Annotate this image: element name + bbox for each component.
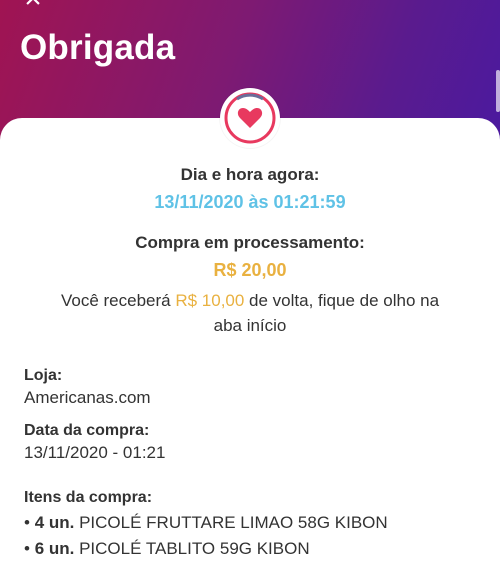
close-icon[interactable]: × xyxy=(18,0,48,14)
heart-badge xyxy=(220,88,280,148)
scroll-indicator xyxy=(496,70,500,112)
bullet: • xyxy=(24,513,35,532)
cashback-prefix: Você receberá xyxy=(60,291,176,310)
cashback-line2: aba início xyxy=(213,316,287,335)
item-name: PICOLÉ TABLITO 59G KIBON xyxy=(79,539,310,558)
store-label: Loja: xyxy=(24,367,63,384)
cashback-suffix: de volta, fique de olho na xyxy=(244,291,440,310)
cashback-amount: R$ 10,00 xyxy=(175,291,245,310)
item-name: PICOLÉ FRUTTARE LIMAO 58G KIBON xyxy=(79,513,388,532)
store-value: Americanas.com xyxy=(24,388,151,407)
datetime-value: 13/11/2020 às 01:21:59 xyxy=(154,192,346,212)
purchase-date-label: Data da compra: xyxy=(24,422,150,439)
page-title: Obrigada xyxy=(20,28,176,67)
purchase-date-value: 13/11/2020 - 01:21 xyxy=(24,443,166,462)
heart-icon xyxy=(224,92,276,144)
list-item: • 6 un. PICOLÉ TABLITO 59G KIBON xyxy=(24,539,310,559)
item-quantity: 6 un. xyxy=(34,539,75,558)
purchase-date-info: Data da compra: 13/11/2020 - 01:21 xyxy=(24,422,165,463)
cashback-message: Você receberá R$ 10,00 de volta, fique d… xyxy=(0,288,500,338)
item-quantity: 4 un. xyxy=(34,513,75,532)
list-item: • 4 un. PICOLÉ FRUTTARE LIMAO 58G KIBON xyxy=(24,513,388,533)
store-info: Loja: Americanas.com xyxy=(24,367,151,408)
purchase-confirmation-screen: × Obrigada Dia e hora agora: 13/11/2020 … xyxy=(0,0,500,570)
items-header: Itens da compra: xyxy=(24,489,152,507)
processing-label: Compra em processamento: xyxy=(135,233,365,252)
bullet: • xyxy=(24,539,35,558)
items-label: Itens da compra: xyxy=(24,489,153,506)
datetime-label: Dia e hora agora: xyxy=(180,165,320,184)
purchase-amount: R$ 20,00 xyxy=(213,260,287,280)
